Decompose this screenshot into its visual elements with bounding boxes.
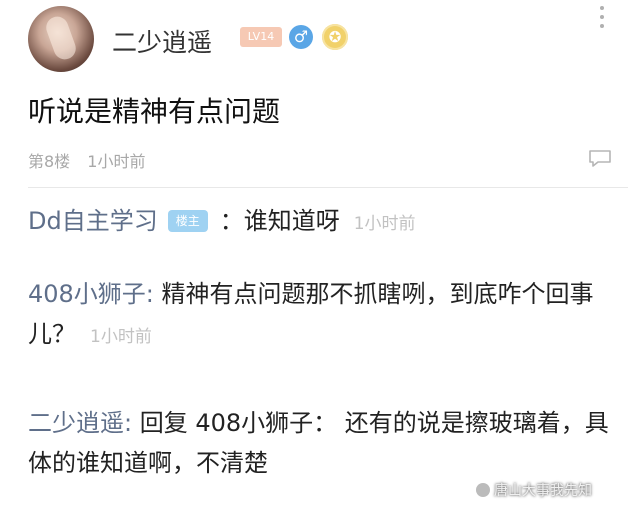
male-gender-icon: ♂	[289, 25, 313, 49]
post-meta: 第8楼 1小时前	[28, 148, 145, 172]
reply-icon[interactable]	[588, 149, 612, 167]
comment-item[interactable]: Dd自主学习 楼主 ：谁知道呀 1小时前	[28, 201, 618, 244]
comment-item[interactable]: 408小狮子: 精神有点问题那不抓瞎咧，到底咋个回事儿？ 1小时前	[28, 274, 618, 357]
comment-author[interactable]: 408小狮子:	[28, 280, 154, 308]
divider	[28, 187, 628, 188]
post-text: 听说是精神有点问题	[28, 95, 281, 128]
floor-number: 第8楼	[28, 152, 71, 171]
more-options-icon[interactable]	[597, 6, 607, 32]
comment-content: ：谁知道呀	[219, 207, 340, 235]
post-time: 1小时前	[87, 152, 146, 171]
username[interactable]: 二少逍遥	[112, 23, 212, 59]
watermark-text: 唐山大事我先知	[494, 483, 592, 499]
medal-icon: ✪	[322, 24, 348, 50]
avatar[interactable]	[28, 6, 94, 72]
comment-item[interactable]: 二少逍遥: 回复 408小狮子： 还有的说是擦玻璃着，具体的谁知道啊，不清楚	[28, 403, 618, 483]
post-header: 二少逍遥 LV14 ♂ ✪	[0, 0, 640, 80]
op-badge: 楼主	[167, 210, 208, 232]
wechat-icon	[476, 483, 490, 497]
level-badge: LV14	[240, 27, 282, 47]
comment-author[interactable]: 二少逍遥:	[28, 409, 132, 437]
comment-time: 1小时前	[353, 214, 416, 234]
comment-time: 1小时前	[90, 327, 152, 347]
watermark: 唐山大事我先知	[476, 480, 592, 500]
comment-author[interactable]: Dd自主学习	[28, 207, 158, 235]
